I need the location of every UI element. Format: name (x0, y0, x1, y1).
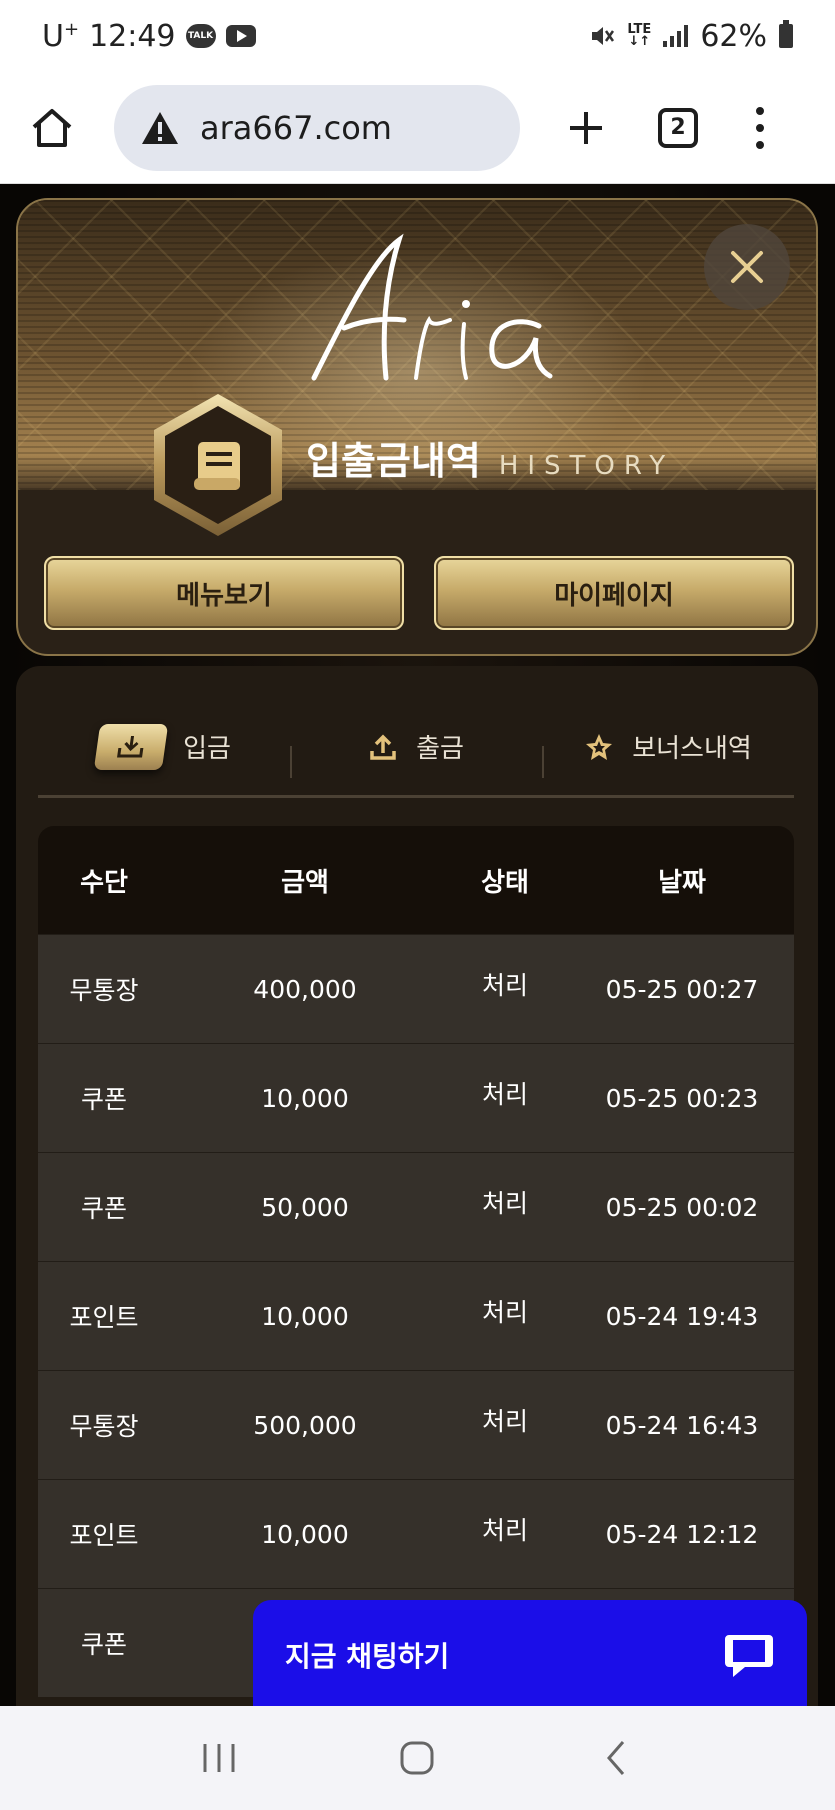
new-tab-icon[interactable] (558, 100, 614, 156)
kakaotalk-icon: TALK (185, 24, 216, 48)
cell-status: 처리 (481, 1080, 528, 1109)
aria-logo (311, 233, 553, 381)
cell-date: 05-24 19:43 (605, 1301, 759, 1331)
cell-amount: 10,000 (261, 1519, 349, 1549)
cell-method: 쿠폰 (80, 1194, 127, 1223)
page-content: 입출금내역 HISTORY 메뉴보기 마이페이지 입금 출금 보너스내역 수단 … (0, 184, 835, 1706)
signal-icon (663, 25, 689, 47)
home-nav-icon[interactable] (387, 1733, 447, 1783)
table-row: 포인트 10,000 처리 05-24 12:12 (38, 1479, 794, 1588)
cell-method: 무통장 (69, 1412, 139, 1441)
column-status: 상태 (481, 867, 529, 898)
title-korean: 입출금내역 (306, 439, 481, 483)
history-tabs: 입금 출금 보너스내역 (38, 698, 794, 798)
column-date: 날짜 (658, 867, 706, 898)
tab-withdraw-label: 출금 (416, 734, 464, 764)
download-icon (93, 723, 169, 770)
more-options-icon[interactable] (750, 100, 770, 156)
tab-withdraw[interactable]: 출금 (290, 728, 542, 778)
browser-toolbar: ara667.com 2 (0, 72, 835, 184)
cell-method: 쿠폰 (80, 1085, 127, 1114)
cell-status: 처리 (481, 1407, 528, 1436)
cell-method: 무통장 (69, 976, 139, 1005)
battery-icon (779, 20, 793, 48)
cell-amount: 400,000 (253, 974, 357, 1004)
tab-deposit-label: 입금 (183, 734, 231, 764)
upload-icon (368, 732, 398, 762)
menu-view-button[interactable]: 메뉴보기 (44, 556, 404, 630)
cell-method: 포인트 (69, 1303, 139, 1332)
table-row: 무통장 400,000 처리 05-25 00:27 (38, 934, 794, 1043)
mypage-button[interactable]: 마이페이지 (434, 556, 794, 630)
table-row: 쿠폰 50,000 처리 05-25 00:02 (38, 1152, 794, 1261)
cell-amount: 10,000 (261, 1083, 349, 1113)
history-table: 수단 금액 상태 날짜 무통장 400,000 처리 05-25 00:27 쿠… (38, 826, 794, 1697)
ledger-book-icon (154, 394, 282, 536)
table-row: 무통장 500,000 처리 05-24 16:43 (38, 1370, 794, 1479)
cell-status: 처리 (481, 971, 528, 1000)
page-title: 입출금내역 HISTORY (306, 430, 674, 485)
cell-amount: 10,000 (261, 1301, 349, 1331)
warning-icon[interactable] (140, 110, 180, 146)
cell-date: 05-24 12:12 (605, 1519, 759, 1549)
youtube-icon (225, 25, 256, 47)
cell-date: 05-25 00:27 (605, 974, 759, 1004)
status-bar: U+ 12:49 TALK LTE ↓↑ 62% (0, 0, 835, 72)
live-chat-button[interactable]: 지금 채팅하기 (253, 1600, 807, 1710)
tab-bonus-history[interactable]: 보너스내역 (542, 728, 794, 778)
carrier-label: U+ (42, 18, 80, 54)
tab-switcher-button[interactable]: 2 (658, 107, 698, 148)
chat-label: 지금 채팅하기 (285, 1640, 450, 1673)
history-content-card: 입금 출금 보너스내역 수단 금액 상태 날짜 무통장 400,000 처리 0… (16, 666, 818, 1706)
close-button[interactable] (704, 224, 790, 310)
cell-status: 처리 (481, 1298, 528, 1327)
mute-icon (592, 27, 615, 45)
close-icon (731, 251, 763, 283)
history-header-card: 입출금내역 HISTORY 메뉴보기 마이페이지 (16, 198, 818, 656)
system-nav-bar (0, 1706, 835, 1810)
table-row: 쿠폰 10,000 처리 05-25 00:23 (38, 1043, 794, 1152)
chat-bubble-icon (725, 1635, 773, 1677)
cell-amount: 500,000 (253, 1410, 357, 1440)
cell-amount: 50,000 (261, 1192, 349, 1222)
home-icon[interactable] (24, 100, 80, 156)
tab-bonus-label: 보너스내역 (632, 734, 752, 764)
address-bar[interactable]: ara667.com (114, 84, 520, 171)
table-row: 포인트 10,000 처리 05-24 19:43 (38, 1261, 794, 1370)
cell-date: 05-25 00:02 (605, 1192, 759, 1222)
cell-method: 쿠폰 (80, 1630, 127, 1659)
recent-apps-icon[interactable] (189, 1733, 249, 1783)
star-icon (584, 732, 614, 762)
table-header: 수단 금액 상태 날짜 (38, 826, 794, 934)
cell-date: 05-24 16:43 (605, 1410, 759, 1440)
column-amount: 금액 (281, 867, 329, 898)
cell-date: 05-25 00:23 (605, 1083, 759, 1113)
cell-status: 처리 (481, 1516, 528, 1545)
column-method: 수단 (80, 867, 128, 898)
lte-indicator: LTE ↓↑ (627, 22, 652, 49)
clock: 12:49 (89, 18, 176, 54)
url-text: ara667.com (200, 108, 392, 147)
battery-percent: 62% (700, 18, 767, 54)
back-icon[interactable] (586, 1733, 646, 1783)
cell-method: 포인트 (69, 1521, 139, 1550)
tab-deposit[interactable]: 입금 (38, 723, 290, 770)
cell-status: 처리 (481, 1189, 528, 1218)
title-english: HISTORY (498, 451, 675, 481)
